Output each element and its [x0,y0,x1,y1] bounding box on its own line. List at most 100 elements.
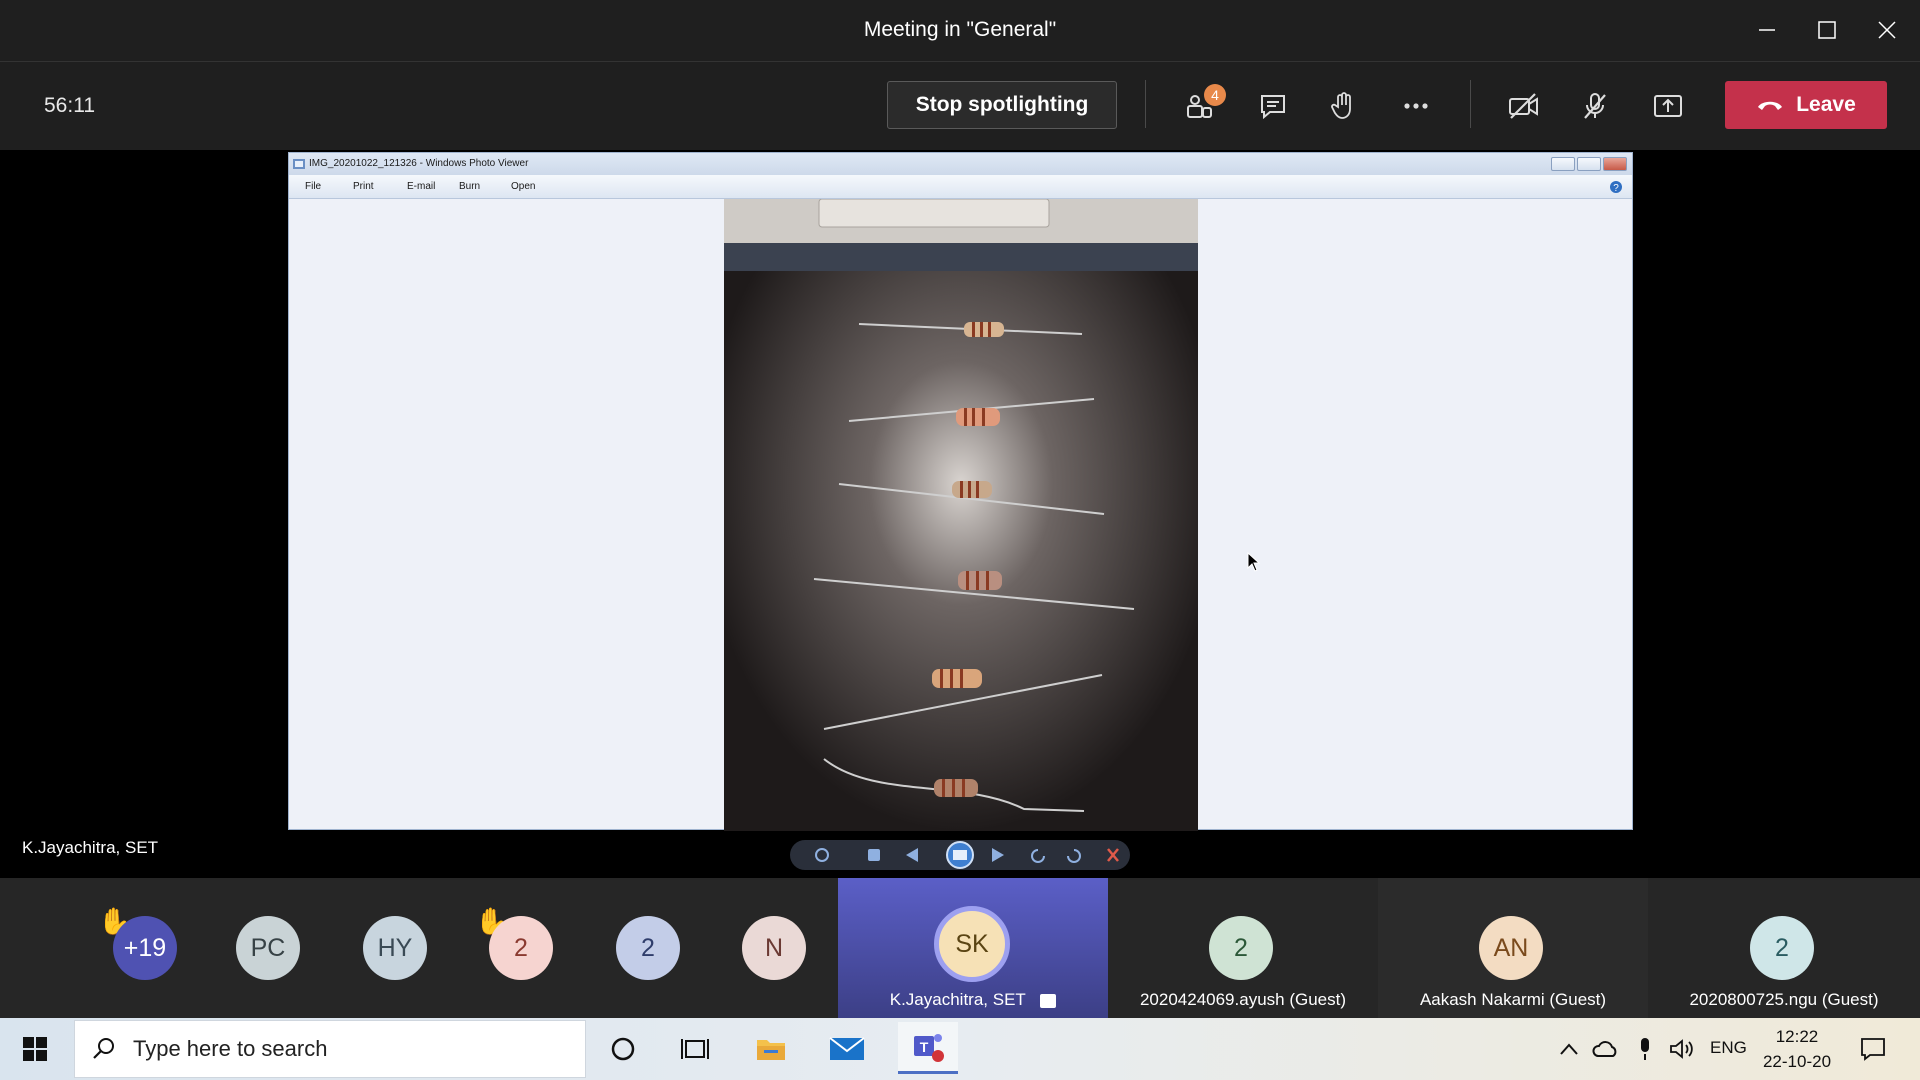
participant-name: 2020424069.ayush (Guest) [1139,990,1347,1009]
chat-icon [1261,95,1285,120]
close-icon [1878,21,1896,39]
minimize-icon [1759,29,1775,31]
chat-button[interactable] [1250,84,1296,128]
pv-minimize-icon [1551,157,1575,171]
leave-label: Leave [1796,93,1856,116]
search-placeholder: Type here to search [133,1036,328,1061]
mouse-cursor-icon [1247,552,1261,572]
help-icon: ? [1610,181,1622,194]
microphone-icon [1641,1038,1649,1060]
video-tile[interactable]: AN Aakash Nakarmi (Guest) [1378,878,1648,1018]
clock-time: 12:22 [1775,1027,1819,1046]
avatar: 2 [616,916,680,980]
shared-photo-viewer-window: IMG_20201022_121326 - Windows Photo View… [288,152,1633,831]
raise-hand-button[interactable] [1320,84,1366,128]
hand-icon [1331,92,1351,119]
pv-menu-email: E-mail [407,181,436,192]
photo-viewer-controls [815,841,1119,869]
video-tile[interactable]: 2 2020424069.ayush (Guest) [1108,878,1378,1018]
photo-viewer-menubar: File Print E-mail Burn Open ? [289,175,1632,199]
show-hidden-icons-button[interactable] [1554,1028,1584,1070]
participant-name: Aakash Nakarmi (Guest) [1419,990,1607,1009]
photo-viewer-app-icon [293,159,305,169]
pv-menu-file: File [305,181,322,192]
toolbar-divider [1470,80,1471,128]
window-title: Meeting in "General" [863,18,1057,41]
avatar: PC [236,916,300,980]
avatar: +19 [113,916,177,980]
task-view-button[interactable] [672,1028,718,1070]
microphone-tray-button[interactable] [1630,1028,1660,1070]
pv-close-icon [1603,157,1627,171]
cortana-icon [611,1037,635,1061]
toolbar-divider [1145,80,1146,128]
chevron-up-icon [1560,1043,1578,1055]
input-language[interactable]: ENG [1710,1038,1747,1058]
pv-restore-icon [1577,157,1601,171]
more-options-button[interactable] [1393,84,1439,128]
participant-tile[interactable]: N [742,878,812,1018]
share-screen-button[interactable] [1645,84,1691,128]
windows-logo-icon [23,1037,47,1061]
participant-strip: ✋ +19 PC HY ✋ 2 2 N SK K.Jayachitra, SET… [0,878,1920,1018]
close-button[interactable] [1857,8,1917,52]
avatar-initials: AN [1493,933,1529,962]
resistors-image [724,199,1198,831]
action-center-button[interactable] [1850,1028,1896,1070]
video-tile[interactable]: 2 2020800725.ngu (Guest) [1648,878,1920,1018]
speaker-icon [1670,1039,1693,1059]
taskbar-search-box[interactable]: Type here to search [74,1020,586,1078]
avatar: 2 [489,916,553,980]
avatar: AN [1479,916,1543,980]
participant-tile[interactable]: HY [363,878,433,1018]
cortana-button[interactable] [600,1028,646,1070]
onedrive-button[interactable] [1588,1028,1624,1070]
teams-icon: T [914,1033,944,1062]
leave-button[interactable]: Leave [1725,81,1887,129]
volume-button[interactable] [1664,1028,1700,1070]
video-tile-spotlighted[interactable]: SK K.Jayachitra, SET [838,878,1108,1018]
resistors-photo [724,199,1198,831]
avatar: N [742,916,806,980]
pv-menu-burn: Burn [459,181,481,192]
pv-menu-open: Open [511,181,536,192]
avatar: SK [934,906,1010,982]
notification-icon [1861,1038,1885,1061]
participant-overflow[interactable]: ✋ +19 [98,878,180,1018]
avatar-initials: 2 [514,933,528,962]
avatar-initials: 2 [1775,933,1789,962]
cloud-icon [1592,1041,1617,1057]
window-titlebar: Meeting in "General" [0,0,1920,62]
camera-off-icon [1509,93,1538,119]
phone-hangup-icon [1758,101,1783,110]
teams-button[interactable]: T [898,1022,958,1074]
avatar-initials: +19 [123,933,167,962]
file-explorer-button[interactable] [748,1028,794,1070]
search-icon [93,1038,114,1059]
spotlight-speaker-name: K.Jayachitra, SET [22,838,159,857]
photo-viewer-title: IMG_20201022_121326 - Windows Photo View… [309,158,529,169]
avatar-initials: 2 [1234,933,1248,962]
mic-toggle-button[interactable] [1572,84,1618,128]
participant-tile[interactable]: ✋ 2 [475,878,559,1018]
mic-off-icon [1584,93,1606,119]
video-tile-name: K.Jayachitra, SET [838,990,1108,1010]
participant-name: 2020800725.ngu (Guest) [1689,990,1879,1009]
avatar-initials: HY [377,933,413,962]
start-button[interactable] [12,1028,58,1070]
maximize-button[interactable] [1797,8,1857,52]
shared-screen-stage: IMG_20201022_121326 - Windows Photo View… [0,150,1920,878]
avatar-initials: N [764,933,784,962]
task-view-icon [681,1039,709,1059]
mail-button[interactable] [824,1028,870,1070]
meeting-timer: 56:11 [44,94,95,117]
minimize-button[interactable] [1737,8,1797,52]
participant-tile[interactable]: PC [236,878,306,1018]
taskbar-clock[interactable]: 12:22 22-10-20 [1752,1024,1842,1074]
avatar-initials: 2 [641,933,655,962]
participant-tile[interactable]: 2 [616,878,686,1018]
svg-text:T: T [920,1039,929,1055]
camera-toggle-button[interactable] [1501,84,1547,128]
stop-spotlighting-button[interactable]: Stop spotlighting [887,81,1117,129]
mail-icon [829,1037,865,1060]
